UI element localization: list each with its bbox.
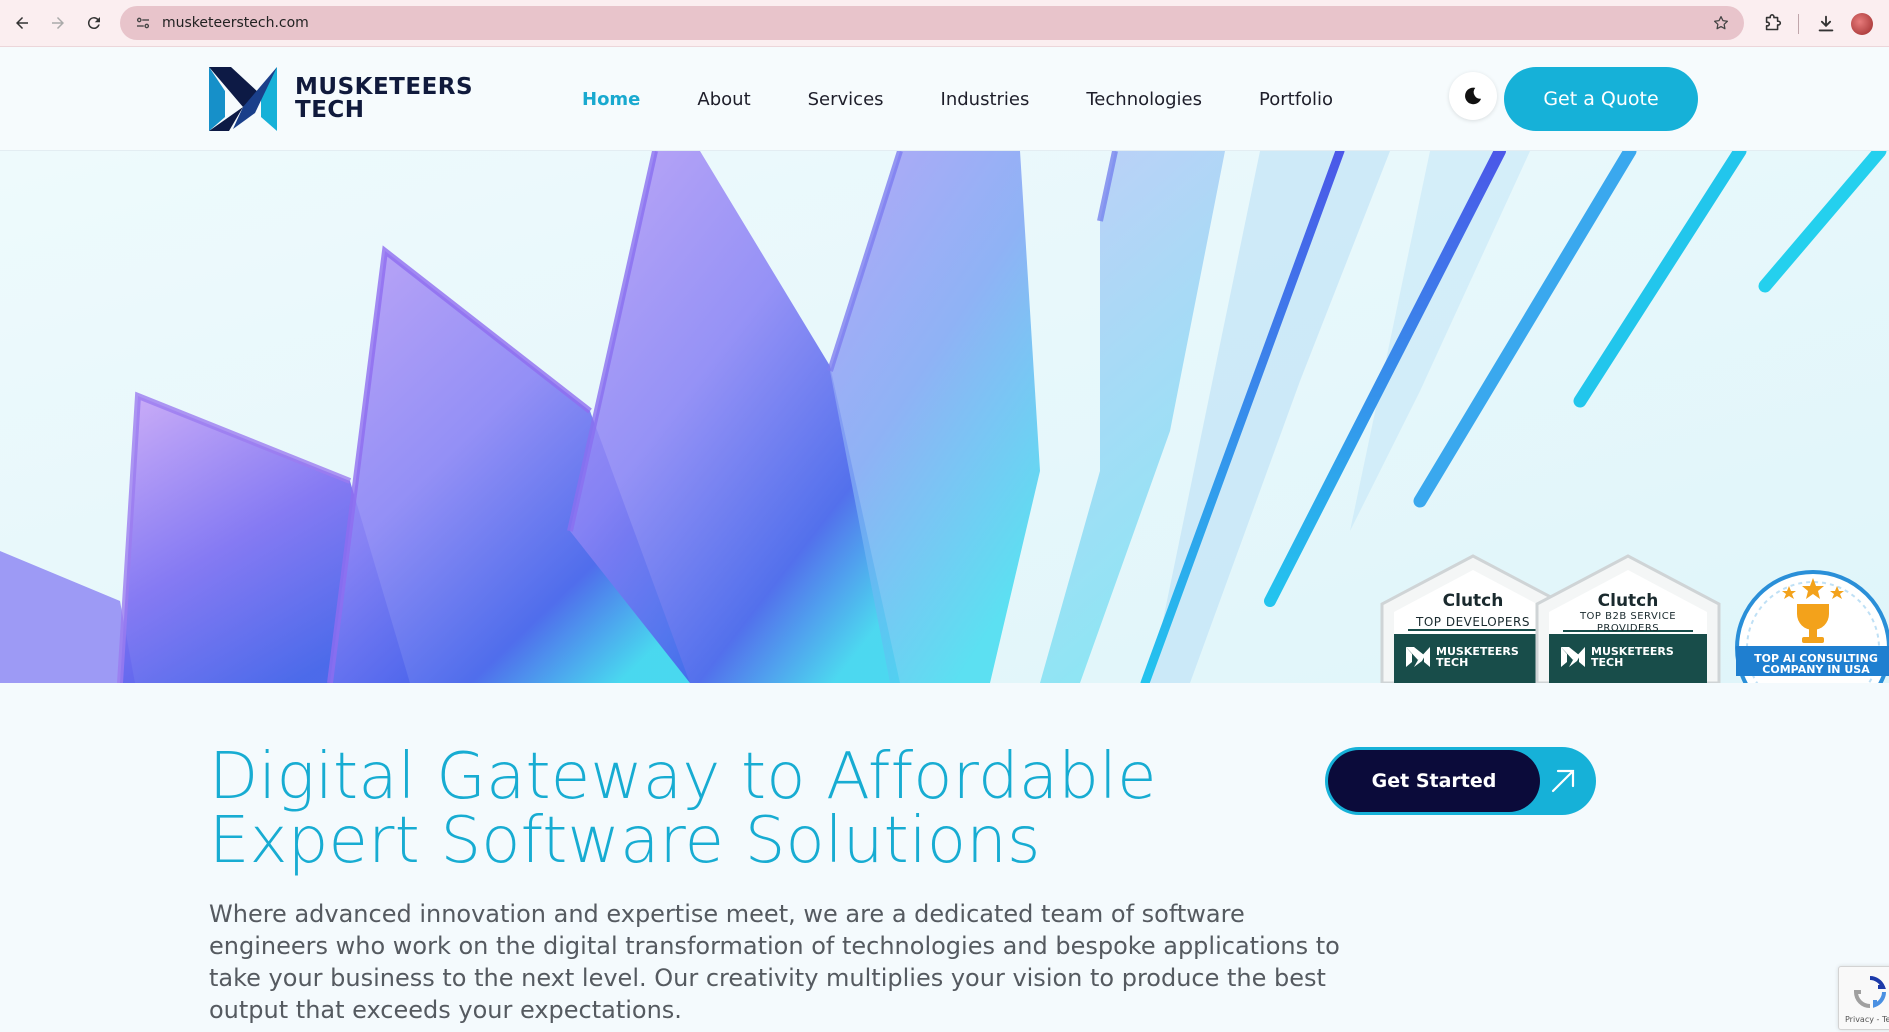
hero-title: Digital Gateway to Affordable Expert Sof… bbox=[209, 745, 1209, 873]
badge-title: Clutch bbox=[1597, 591, 1659, 611]
site-info-icon[interactable] bbox=[134, 14, 152, 32]
award-text: TOP AI CONSULTING COMPANY IN USA bbox=[1750, 653, 1882, 675]
profile-button[interactable] bbox=[1851, 0, 1873, 47]
toolbar-divider bbox=[1798, 0, 1799, 47]
reload-button[interactable] bbox=[76, 5, 112, 41]
nav-technologies[interactable]: Technologies bbox=[1086, 89, 1202, 110]
recaptcha-icon bbox=[1853, 976, 1886, 1008]
hero-description: Where advanced innovation and expertise … bbox=[209, 900, 1340, 1024]
musketeers-logo-icon bbox=[209, 67, 277, 131]
moon-icon bbox=[1465, 87, 1482, 105]
puzzle-icon bbox=[1765, 13, 1782, 30]
arrow-up-right-icon bbox=[1551, 769, 1575, 793]
logo-line-2: TECH bbox=[295, 97, 365, 123]
hero-title-line-2: Expert Software Solutions bbox=[209, 804, 1041, 878]
badge-subtitle: TOP DEVELOPERS bbox=[1416, 615, 1530, 629]
nav-services[interactable]: Services bbox=[808, 89, 884, 110]
badge-brand: MUSKETEERS TECH bbox=[1561, 646, 1713, 668]
site-header: MUSKETEERS TECH Home About Services Indu… bbox=[0, 47, 1889, 151]
reload-icon bbox=[87, 17, 100, 30]
nav-about[interactable]: About bbox=[697, 89, 750, 110]
nav-home[interactable]: Home bbox=[582, 89, 640, 110]
site-logo[interactable]: MUSKETEERS TECH bbox=[209, 67, 473, 131]
badge-brand-line-2: TECH bbox=[1436, 656, 1469, 669]
logo-line-1: MUSKETEERS bbox=[295, 74, 474, 100]
top-ai-consulting-badge: TOP AI CONSULTING COMPANY IN USA bbox=[1734, 566, 1889, 683]
main-nav: Home About Services Industries Technolog… bbox=[582, 47, 1390, 151]
badge-brand-line-2: TECH bbox=[1591, 656, 1624, 669]
get-started-label: Get Started bbox=[1328, 750, 1540, 812]
back-button[interactable] bbox=[4, 5, 40, 41]
award-line-2: COMPANY IN USA bbox=[1762, 663, 1870, 676]
hero-banner: Clutch TOP DEVELOPERS MUSKETEERS TECH Clu… bbox=[0, 151, 1889, 683]
musketeers-logo-icon bbox=[1561, 647, 1585, 667]
address-bar[interactable]: musketeerstech.com bbox=[120, 6, 1744, 40]
downloads-button[interactable] bbox=[1815, 0, 1837, 47]
recaptcha-text: Privacy - Te bbox=[1845, 1015, 1889, 1024]
logo-wordmark: MUSKETEERS TECH bbox=[295, 76, 473, 122]
avatar bbox=[1851, 12, 1873, 35]
forward-button[interactable] bbox=[40, 5, 76, 41]
bookmark-star-icon[interactable] bbox=[1712, 14, 1730, 32]
url-text: musketeerstech.com bbox=[162, 15, 309, 31]
hero-title-line-1: Digital Gateway to Affordable bbox=[209, 740, 1157, 814]
badge-subtitle: TOP B2B SERVICE PROVIDERS bbox=[1579, 611, 1677, 634]
get-a-quote-button[interactable]: Get a Quote bbox=[1504, 67, 1698, 131]
browser-toolbar: musketeerstech.com bbox=[0, 0, 1889, 47]
extensions-button[interactable] bbox=[1762, 0, 1784, 47]
arrow-left-icon bbox=[16, 17, 28, 29]
nav-portfolio[interactable]: Portfolio bbox=[1259, 89, 1333, 110]
download-icon bbox=[1818, 15, 1834, 31]
clutch-top-b2b-badge: Clutch TOP B2B SERVICE PROVIDERS MUSKETE… bbox=[1533, 554, 1723, 683]
recaptcha-badge[interactable]: Privacy - Te bbox=[1838, 966, 1889, 1030]
theme-toggle-button[interactable] bbox=[1449, 72, 1497, 120]
musketeers-logo-icon bbox=[1406, 647, 1430, 667]
get-started-button[interactable]: Get Started bbox=[1325, 747, 1596, 815]
arrow-right-icon bbox=[52, 17, 64, 29]
nav-industries[interactable]: Industries bbox=[941, 89, 1030, 110]
